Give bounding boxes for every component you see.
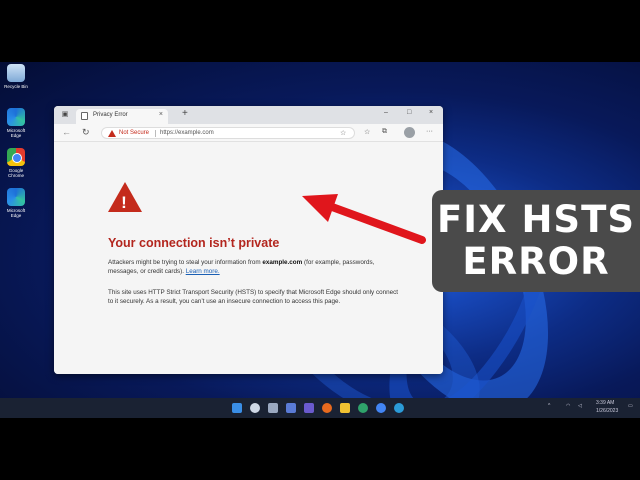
favorites-icon[interactable]: ☆ (364, 128, 370, 136)
volume-icon[interactable]: ◁ (578, 403, 582, 409)
title-line-2: ERROR (462, 240, 610, 283)
edge-dev-icon[interactable] (394, 403, 404, 413)
minimize-button[interactable]: – (384, 109, 388, 116)
profile-icon[interactable] (404, 127, 415, 138)
more-icon[interactable]: ··· (426, 128, 433, 135)
desktop-icon-label: Recycle Bin (4, 84, 28, 89)
collections-icon[interactable]: ⧉ (382, 128, 387, 136)
new-tab-button[interactable]: + (182, 108, 188, 119)
desktop-icon-chrome[interactable]: Google Chrome (3, 148, 29, 178)
desktop-icon-label: Google Chrome (7, 168, 24, 178)
browser-toolbar: ← ↻ Not Secure https://example.com ☆ ☆ ⧉… (54, 124, 443, 142)
error-title: Your connection isn’t private (108, 236, 280, 250)
chrome-icon (7, 148, 25, 166)
address-divider (155, 130, 156, 137)
firefox-icon[interactable] (322, 403, 332, 413)
red-arrow-icon (302, 194, 426, 244)
warning-exclamation: ! (121, 193, 127, 212)
site-domain: example.com (262, 259, 303, 266)
not-secure-label[interactable]: Not Secure (119, 130, 149, 136)
clock-time[interactable]: 3:39 AM (596, 400, 614, 406)
start-icon[interactable] (232, 403, 242, 413)
refresh-button[interactable]: ↻ (82, 127, 90, 138)
recycle-bin-icon (7, 64, 25, 82)
desktop: Recycle Bin Microsoft Edge Google Chrome… (0, 62, 640, 418)
arrow-head (302, 194, 338, 222)
taskbar: ^ ◠ ◁ 3:39 AM 1/26/2023 ▭ (0, 398, 640, 418)
description-prefix: Attackers might be trying to steal your … (108, 259, 263, 266)
desktop-icon-label: Microsoft Edge (6, 128, 26, 138)
edge-icon (7, 188, 25, 206)
screenshot-frame: Recycle Bin Microsoft Edge Google Chrome… (0, 0, 640, 480)
favorite-star-icon[interactable]: ☆ (340, 129, 346, 137)
hsts-explanation: This site uses HTTP Strict Transport Sec… (108, 289, 399, 305)
chrome-taskbar-icon[interactable] (376, 403, 386, 413)
title-line-1: FIX HSTS (437, 198, 635, 241)
desktop-icon-edge[interactable]: Microsoft Edge (3, 108, 29, 138)
address-bar[interactable]: Not Secure https://example.com ☆ (101, 127, 355, 139)
desktop-icon-label: Microsoft Edge (6, 208, 26, 218)
tab-bar: ▣ Privacy Error × + – □ × (54, 106, 443, 124)
clock-date[interactable]: 1/26/2023 (596, 408, 618, 414)
edge-icon (7, 108, 25, 126)
desktop-icon-edge-2[interactable]: Microsoft Edge (3, 188, 29, 218)
not-secure-warning-icon (108, 130, 116, 137)
notification-icon[interactable]: ▭ (628, 403, 633, 409)
widgets-icon[interactable] (286, 403, 296, 413)
wifi-icon[interactable]: ◠ (566, 403, 570, 409)
tray-arrow-icon[interactable]: ^ (548, 403, 550, 409)
learn-more-link[interactable]: Learn more. (186, 268, 220, 275)
arrow-shaft (320, 200, 426, 244)
search-icon[interactable] (250, 403, 260, 413)
maximize-button[interactable]: □ (407, 109, 411, 116)
close-window-button[interactable]: × (429, 109, 433, 116)
close-tab-icon[interactable]: × (159, 111, 163, 118)
page-icon (81, 112, 88, 120)
desktop-icon-recycle-bin[interactable]: Recycle Bin (3, 64, 29, 89)
tab-privacy-error[interactable]: Privacy Error × (76, 109, 168, 124)
teams-icon[interactable] (304, 403, 314, 413)
url-text[interactable]: https://example.com (160, 130, 214, 136)
tab-title: Privacy Error (93, 112, 128, 118)
title-badge: FIX HSTS ERROR (432, 190, 640, 292)
tab-actions-icon[interactable]: ▣ (60, 110, 70, 120)
edge-taskbar-icon[interactable] (358, 403, 368, 413)
file-explorer-icon[interactable] (340, 403, 350, 413)
back-button[interactable]: ← (62, 127, 71, 137)
error-description: Attackers might be trying to steal your … (108, 258, 398, 276)
task-view-icon[interactable] (268, 403, 278, 413)
